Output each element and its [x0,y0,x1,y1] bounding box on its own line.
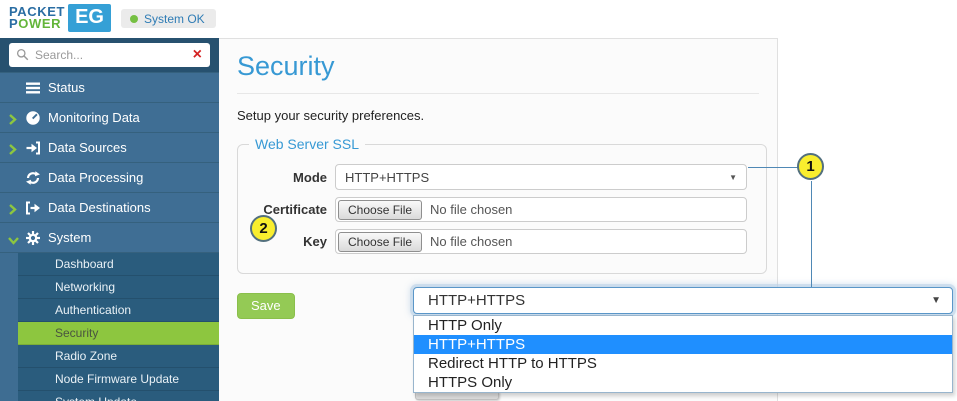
sidebar-subitem-dashboard[interactable]: Dashboard [18,253,219,276]
sidebar-subitem-authentication[interactable]: Authentication [18,299,219,322]
packet-power-logo: PACKET POWER EG [9,4,111,32]
search-box: × [9,43,210,67]
sidebar-item-label: Monitoring Data [48,110,140,125]
sidebar-item-system[interactable]: System [0,223,219,253]
sidebar-item-data-sources[interactable]: Data Sources [0,133,219,163]
sidebar-item-status[interactable]: Status [0,73,219,103]
refresh-icon [25,170,41,189]
sidebar-item-data-processing[interactable]: Data Processing [0,163,219,193]
callout1-connector-horizontal [748,167,798,168]
certificate-choose-file-button[interactable]: Choose File [338,200,422,220]
subitem-label: Security [55,326,98,340]
mode-label: Mode [238,170,335,185]
subitem-label: Dashboard [55,257,114,271]
sidebar-subitem-node-firmware-update[interactable]: Node Firmware Update [18,368,219,391]
gauge-icon [25,110,41,129]
search-clear-icon[interactable]: × [193,44,202,66]
mode-row: Mode HTTP+HTTPS ▼ [238,164,766,190]
dropdown-option-https-only[interactable]: HTTPS Only [414,373,952,392]
sidebar-subitem-security[interactable]: Security [18,322,219,345]
sidebar-item-label: Data Sources [48,140,127,155]
key-file-input[interactable]: Choose File No file chosen [335,229,747,254]
search-input[interactable] [9,43,210,67]
sign-in-icon [25,140,41,159]
chevron-down-icon [8,233,19,248]
dropdown-option-redirect[interactable]: Redirect HTTP to HTTPS [414,354,952,373]
sidebar-item-label: Data Processing [48,170,143,185]
chevron-right-icon [8,143,17,158]
chevron-down-icon: ▼ [931,295,941,306]
chevron-right-icon [8,203,17,218]
page-subtitle: Setup your security preferences. [237,108,759,123]
sidebar-item-label: Status [48,80,85,95]
chevron-right-icon [8,113,17,128]
sidebar-search-area: × [0,38,219,72]
mode-select[interactable]: HTTP+HTTPS ▼ [335,164,747,190]
save-button[interactable]: Save [237,293,295,319]
page-title: Security [237,51,777,82]
sidebar-subitem-system-update[interactable]: System Update [18,391,219,401]
gear-icon [25,230,41,249]
status-badge-label: System OK [144,12,205,26]
key-choose-file-button[interactable]: Choose File [338,232,422,252]
dropdown-selected-value: HTTP+HTTPS [428,292,525,309]
certificate-row: Certificate Choose File No file chosen [238,197,766,222]
logo-eg-box: EG [68,4,111,32]
key-file-status: No file chosen [430,234,512,249]
certificate-file-input[interactable]: Choose File No file chosen [335,197,747,222]
subitem-label: Networking [55,280,115,294]
search-icon [16,48,29,66]
key-row: Key Choose File No file chosen [238,229,766,254]
title-divider [237,93,759,94]
sidebar-subitem-networking[interactable]: Networking [18,276,219,299]
sidebar-subitem-radio-zone[interactable]: Radio Zone [18,345,219,368]
subitem-label: System Update [55,395,137,401]
sidebar-menu: Status Monitoring Data Data Sources [0,72,219,401]
subitem-label: Radio Zone [55,349,117,363]
status-ok-dot-icon [130,15,138,23]
mode-dropdown-expanded[interactable]: HTTP+HTTPS ▼ [413,287,953,314]
top-header: PACKET POWER EG System OK [0,0,957,38]
list-icon [25,80,41,99]
sidebar-item-data-destinations[interactable]: Data Destinations [0,193,219,223]
subitem-label: Node Firmware Update [55,372,179,386]
sidebar-item-monitoring-data[interactable]: Monitoring Data [0,103,219,133]
sidebar-item-label: Data Destinations [48,200,151,215]
logo-wordmark: PACKET POWER [9,6,65,30]
certificate-file-status: No file chosen [430,202,512,217]
system-status-badge: System OK [121,9,216,28]
annotation-callout-2: 2 [250,215,277,242]
sidebar: × Status Monitoring Data [0,38,219,401]
sidebar-item-label: System [48,230,91,245]
certificate-label: Certificate [238,202,335,217]
mode-select-value: HTTP+HTTPS [345,170,429,185]
sign-out-icon [25,200,41,219]
dropdown-option-http-https[interactable]: HTTP+HTTPS [414,335,952,354]
annotation-callout-1: 1 [797,153,824,180]
system-submenu: Dashboard Networking Authentication Secu… [0,253,219,401]
callout1-connector-vertical [811,181,812,287]
logo-line2: POWER [9,18,65,30]
dropdown-option-http-only[interactable]: HTTP Only [414,316,952,335]
fieldset-legend: Web Server SSL [249,136,365,152]
chevron-down-icon: ▼ [729,173,737,182]
web-server-ssl-fieldset: Web Server SSL Mode HTTP+HTTPS ▼ Certifi… [237,136,767,274]
mode-dropdown-options: HTTP Only HTTP+HTTPS Redirect HTTP to HT… [413,315,953,393]
subitem-label: Authentication [55,303,131,317]
security-settings-page: PACKET POWER EG System OK × [0,0,957,401]
